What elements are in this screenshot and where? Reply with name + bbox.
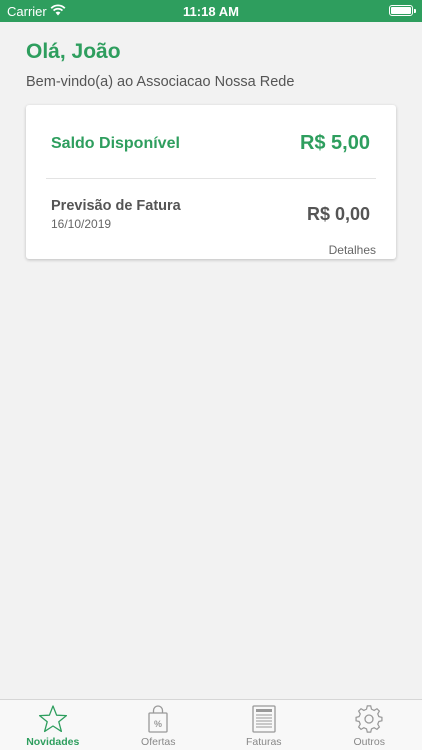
battery-icon — [389, 5, 416, 16]
tab-label: Faturas — [245, 736, 282, 748]
previsao-value: R$ 0,00 — [306, 204, 370, 224]
shopping-bag-icon: % — [148, 705, 168, 733]
saldo-label: Saldo Disponível — [51, 135, 180, 152]
clock: 11:18 AM — [183, 4, 239, 19]
divider — [46, 178, 376, 179]
previsao-date: 16/10/2019 — [51, 217, 112, 231]
detalhes-link[interactable]: Detalhes — [329, 243, 376, 257]
tab-label: Novidades — [26, 736, 80, 748]
tab-label: Outros — [353, 736, 385, 748]
tab-faturas[interactable]: Faturas — [211, 700, 317, 750]
svg-text:%: % — [154, 719, 162, 729]
tab-outros[interactable]: Outros — [317, 700, 422, 750]
invoice-icon — [252, 705, 276, 733]
saldo-value: R$ 5,00 — [299, 132, 370, 154]
gear-icon — [355, 705, 383, 733]
tab-label: Ofertas — [141, 736, 176, 748]
status-bar: Carrier 11:18 AM — [0, 0, 422, 22]
balance-card: Saldo Disponível R$ 5,00 Previsão de Fat… — [26, 105, 396, 259]
welcome-subtitle: Bem-vindo(a) ao Associacao Nossa Rede — [26, 74, 295, 90]
star-icon — [38, 705, 67, 733]
previsao-label: Previsão de Fatura — [51, 198, 181, 214]
tab-novidades[interactable]: Novidades — [0, 700, 106, 750]
tab-ofertas[interactable]: % Ofertas — [106, 700, 212, 750]
greeting-title: Olá, João — [26, 40, 121, 63]
tab-bar: Novidades % Ofertas Faturas Outros — [0, 699, 422, 750]
